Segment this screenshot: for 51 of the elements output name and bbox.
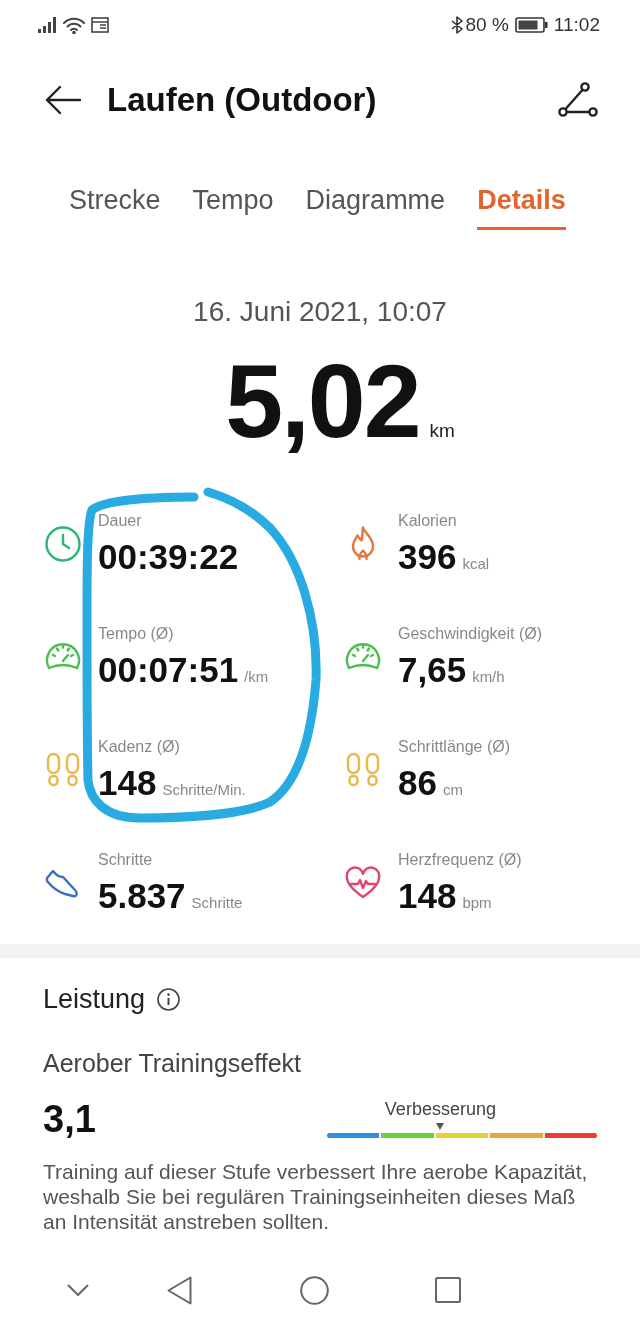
stat-label: Schritte	[98, 850, 154, 870]
stat-label: Herzfrequenz (Ø)	[398, 850, 522, 870]
stat-value: 7,65	[398, 650, 467, 690]
route-button[interactable]	[558, 81, 598, 119]
scale-label: Verbesserung	[384, 1098, 496, 1119]
home-circle-icon[interactable]	[300, 1275, 329, 1305]
battery-icon	[514, 17, 548, 33]
stat-unit: Schritte	[191, 893, 243, 913]
stat-value: 86	[398, 763, 437, 803]
notification-card-icon	[91, 17, 109, 33]
stat-unit: bpm	[462, 893, 492, 913]
stat-label: Kadenz (Ø)	[98, 737, 181, 757]
metric-title: Aerober Trainingseffekt	[43, 1049, 303, 1077]
back-triangle-icon[interactable]	[167, 1275, 192, 1305]
stat-unit: cm	[442, 780, 463, 800]
tab[interactable]: Tempo	[192, 185, 274, 230]
stat-value: 148	[398, 876, 457, 916]
tab[interactable]: Diagramme	[305, 185, 446, 230]
distance-unit: km	[429, 419, 455, 443]
distance-value: 5,02	[225, 349, 420, 453]
stat-value: 00:39:22	[98, 537, 239, 577]
page-title: Laufen (Outdoor)	[107, 80, 377, 121]
info-icon[interactable]	[157, 987, 181, 1011]
bluetooth-icon	[450, 16, 463, 34]
stat-unit: Schritte/Min.	[162, 780, 246, 800]
stat-unit: /km	[244, 667, 269, 687]
chevron-down-icon[interactable]	[67, 1283, 89, 1297]
metric-value: 3,1	[43, 1097, 96, 1141]
back-arrow-icon	[45, 85, 81, 115]
stat-label: Kalorien	[398, 511, 458, 531]
stat-value: 5.837	[98, 876, 186, 916]
tab[interactable]: Strecke	[69, 185, 161, 230]
metric-description: Training auf dieser Stufe verbessert Ihre aerobe Kapazität, weshalb Sie bei regulären Trainingseinheiten dieses Maß an Intensität anstreben sollten.	[43, 1159, 589, 1234]
recent-apps-square-icon[interactable]	[435, 1277, 461, 1303]
signal-icon	[38, 17, 57, 33]
clock-time: 11:02	[553, 12, 600, 37]
section-title: Leistung	[43, 984, 146, 1014]
stat-value: 00:07:51	[98, 650, 239, 690]
wifi-icon	[63, 16, 85, 34]
workout-date: 16. Juni 2021, 10:07	[193, 297, 447, 327]
stat-label: Schrittlänge (Ø)	[398, 737, 511, 757]
back-button[interactable]	[44, 84, 82, 116]
stat-unit: km/h	[472, 667, 505, 687]
stat-label: Dauer	[98, 511, 143, 531]
stat-value: 396	[398, 537, 457, 577]
stat-unit: kcal	[462, 554, 490, 574]
battery-percentage: 80 %	[465, 12, 509, 37]
stat-label: Geschwindigkeit (Ø)	[398, 624, 543, 644]
stat-label: Tempo (Ø)	[98, 624, 175, 644]
route-icon	[558, 82, 598, 118]
stat-value: 148	[98, 763, 157, 803]
